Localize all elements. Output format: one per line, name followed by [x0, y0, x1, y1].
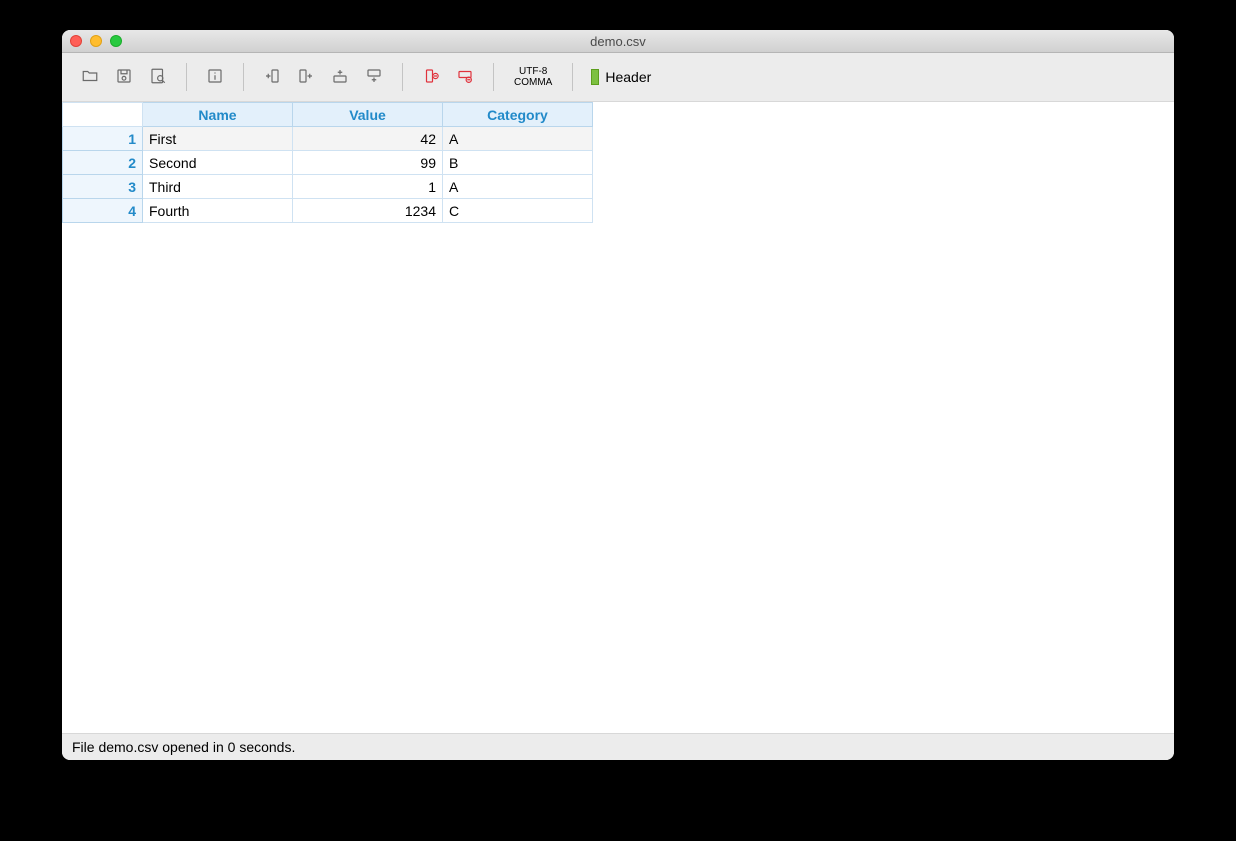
cell-name[interactable]: Fourth	[143, 199, 293, 223]
header-toggle-label: Header	[605, 69, 651, 85]
insert-column-left-button[interactable]	[258, 63, 286, 91]
cell-category[interactable]: A	[443, 175, 593, 199]
insert-column-right-button[interactable]	[292, 63, 320, 91]
row-number[interactable]: 2	[63, 151, 143, 175]
cell-category[interactable]: A	[443, 127, 593, 151]
table-header-row: Name Value Category	[63, 103, 593, 127]
statusbar: File demo.csv opened in 0 seconds.	[62, 733, 1174, 760]
data-table: Name Value Category 1 First 42 A 2 Secon…	[62, 102, 593, 223]
save-icon	[115, 67, 133, 88]
toolbar-separator	[572, 63, 573, 91]
cell-value[interactable]: 1234	[293, 199, 443, 223]
cell-category[interactable]: B	[443, 151, 593, 175]
toolbar-separator	[243, 63, 244, 91]
info-icon	[206, 67, 224, 88]
header-toggle[interactable]: Header	[591, 69, 651, 85]
row-number[interactable]: 1	[63, 127, 143, 151]
search-in-file-icon	[149, 67, 167, 88]
table-row[interactable]: 4 Fourth 1234 C	[63, 199, 593, 223]
toolbar-separator	[493, 63, 494, 91]
titlebar[interactable]: demo.csv	[62, 30, 1174, 53]
insert-row-above-icon	[331, 67, 349, 88]
cell-name[interactable]: First	[143, 127, 293, 151]
cell-category[interactable]: C	[443, 199, 593, 223]
window-title: demo.csv	[62, 34, 1174, 49]
column-header-category[interactable]: Category	[443, 103, 593, 127]
toolbar-separator	[402, 63, 403, 91]
cell-value[interactable]: 1	[293, 175, 443, 199]
table-row[interactable]: 1 First 42 A	[63, 127, 593, 151]
cell-value[interactable]: 99	[293, 151, 443, 175]
delete-row-icon	[456, 67, 474, 88]
open-file-button[interactable]	[76, 63, 104, 91]
status-text: File demo.csv opened in 0 seconds.	[72, 739, 295, 755]
zoom-window-button[interactable]	[110, 35, 122, 47]
cell-name[interactable]: Third	[143, 175, 293, 199]
minimize-window-button[interactable]	[90, 35, 102, 47]
info-button[interactable]	[201, 63, 229, 91]
insert-row-above-button[interactable]	[326, 63, 354, 91]
encoding-line1: UTF-8	[519, 66, 547, 77]
encoding-indicator[interactable]: UTF-8 COMMA	[508, 66, 558, 88]
encoding-line2: COMMA	[514, 77, 552, 88]
delete-column-icon	[422, 67, 440, 88]
insert-row-below-button[interactable]	[360, 63, 388, 91]
folder-icon	[81, 67, 99, 88]
table-corner[interactable]	[63, 103, 143, 127]
content-area[interactable]: Name Value Category 1 First 42 A 2 Secon…	[62, 102, 1174, 733]
toolbar: UTF-8 COMMA Header	[62, 53, 1174, 102]
save-file-button[interactable]	[110, 63, 138, 91]
column-header-name[interactable]: Name	[143, 103, 293, 127]
table-row[interactable]: 3 Third 1 A	[63, 175, 593, 199]
table-row[interactable]: 2 Second 99 B	[63, 151, 593, 175]
insert-column-left-icon	[263, 67, 281, 88]
header-toggle-marker-icon	[591, 69, 599, 85]
delete-column-button[interactable]	[417, 63, 445, 91]
close-window-button[interactable]	[70, 35, 82, 47]
row-number[interactable]: 4	[63, 199, 143, 223]
app-window: demo.csv	[62, 30, 1174, 760]
row-number[interactable]: 3	[63, 175, 143, 199]
table-body: 1 First 42 A 2 Second 99 B 3 Third 1 A	[63, 127, 593, 223]
traffic-lights	[70, 35, 122, 47]
column-header-value[interactable]: Value	[293, 103, 443, 127]
cell-value[interactable]: 42	[293, 127, 443, 151]
find-button[interactable]	[144, 63, 172, 91]
insert-column-right-icon	[297, 67, 315, 88]
cell-name[interactable]: Second	[143, 151, 293, 175]
delete-row-button[interactable]	[451, 63, 479, 91]
insert-row-below-icon	[365, 67, 383, 88]
toolbar-separator	[186, 63, 187, 91]
